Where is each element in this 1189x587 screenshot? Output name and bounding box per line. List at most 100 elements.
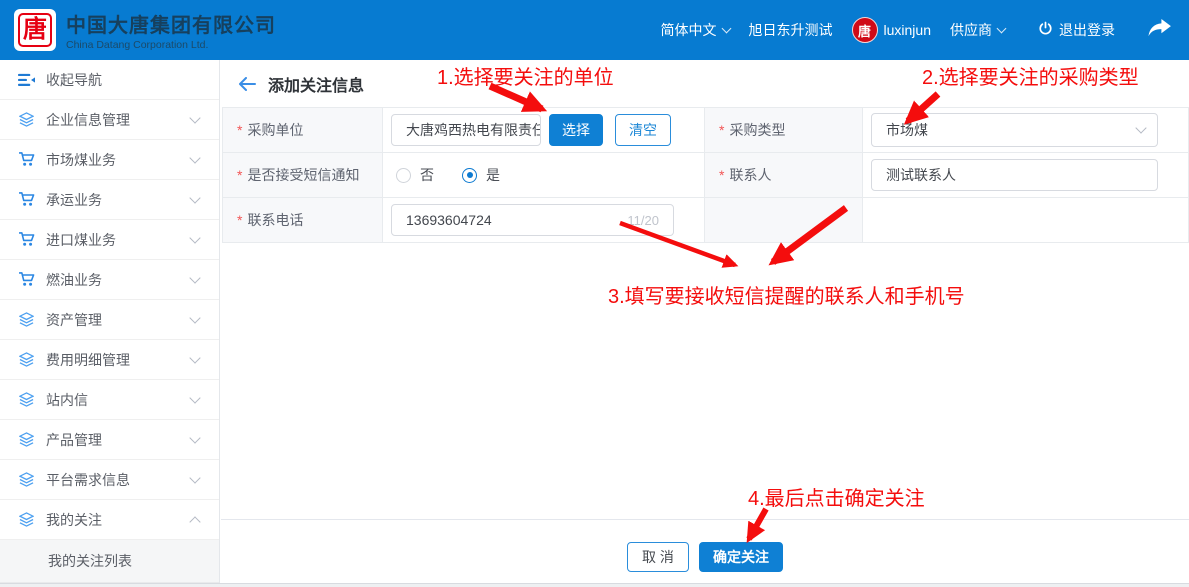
confirm-follow-button[interactable]: 确定关注 bbox=[699, 542, 783, 572]
required-asterisk: * bbox=[719, 122, 724, 138]
select-unit-button[interactable]: 选择 bbox=[549, 114, 603, 146]
sidebar-item-label: 燃油业务 bbox=[46, 270, 102, 290]
sms-notice-label: * 是否接受短信通知 bbox=[223, 153, 383, 198]
language-selector[interactable]: 简体中文 bbox=[661, 20, 730, 40]
sidebar-subitem-label: 我的关注列表 bbox=[48, 551, 132, 571]
environment-name[interactable]: 旭日东升测试 bbox=[749, 20, 833, 40]
chevron-down-icon bbox=[721, 23, 731, 33]
cart-icon bbox=[18, 272, 35, 287]
layers-icon bbox=[18, 432, 35, 447]
brand-name-cn: 中国大唐集团有限公司 bbox=[66, 9, 276, 38]
sidebar-item-platform-demand[interactable]: 平台需求信息 bbox=[0, 460, 219, 500]
purchase-type-label: * 采购类型 bbox=[705, 108, 863, 153]
footer-divider bbox=[221, 519, 1189, 520]
radio-option-yes[interactable]: 是 bbox=[462, 165, 500, 185]
follow-info-form: * 采购单位 大唐鸡西热电有限责任 选择 清空 * 采购类型 市场煤 * bbox=[222, 107, 1189, 243]
footer-actions: 取 消 确定关注 bbox=[221, 542, 1189, 572]
sidebar-item-label: 市场煤业务 bbox=[46, 150, 116, 170]
brand: 唐 中国大唐集团有限公司 China Datang Corporation Lt… bbox=[14, 9, 276, 51]
brand-name-en: China Datang Corporation Ltd. bbox=[66, 39, 276, 51]
chevron-down-icon bbox=[189, 392, 200, 403]
chevron-down-icon bbox=[997, 23, 1007, 33]
environment-label: 旭日东升测试 bbox=[749, 20, 833, 40]
sidebar-item-import-coal[interactable]: 进口煤业务 bbox=[0, 220, 219, 260]
purchase-type-value: 市场煤 bbox=[886, 120, 928, 140]
back-button[interactable] bbox=[238, 77, 256, 91]
sidebar-item-label: 我的关注 bbox=[46, 510, 102, 530]
page-title: 添加关注信息 bbox=[268, 72, 364, 96]
sidebar-item-asset-mgmt[interactable]: 资产管理 bbox=[0, 300, 219, 340]
sidebar-item-label: 进口煤业务 bbox=[46, 230, 116, 250]
top-menu: 简体中文 旭日东升测试 唐 luxinjun 供应商 退出登录 bbox=[661, 17, 1171, 43]
purchase-unit-input[interactable]: 大唐鸡西热电有限责任 bbox=[391, 114, 541, 146]
username: luxinjun bbox=[884, 22, 931, 38]
layers-icon bbox=[18, 312, 35, 327]
datang-logo: 唐 bbox=[14, 9, 56, 51]
chevron-down-icon bbox=[189, 192, 200, 203]
radio-option-no[interactable]: 否 bbox=[396, 165, 434, 185]
layers-icon bbox=[18, 392, 35, 407]
phone-input[interactable]: 13693604724 11/20 bbox=[391, 204, 674, 236]
bottom-strip bbox=[0, 583, 1189, 587]
language-label: 简体中文 bbox=[661, 20, 717, 40]
brand-text: 中国大唐集团有限公司 China Datang Corporation Ltd. bbox=[66, 9, 276, 51]
sidebar-item-site-mail[interactable]: 站内信 bbox=[0, 380, 219, 420]
datang-logo-glyph: 唐 bbox=[18, 13, 52, 47]
sidebar-item-fuel-oil[interactable]: 燃油业务 bbox=[0, 260, 219, 300]
top-bar: 唐 中国大唐集团有限公司 China Datang Corporation Lt… bbox=[0, 0, 1189, 60]
sidebar-item-expense-detail[interactable]: 费用明细管理 bbox=[0, 340, 219, 380]
share-button[interactable] bbox=[1148, 19, 1171, 41]
cart-icon bbox=[18, 232, 35, 247]
cancel-button[interactable]: 取 消 bbox=[627, 542, 689, 572]
sidebar-item-label: 站内信 bbox=[46, 390, 88, 410]
role-selector[interactable]: 供应商 bbox=[950, 20, 1005, 40]
user-info[interactable]: 唐 luxinjun bbox=[852, 17, 931, 43]
chevron-down-icon bbox=[189, 152, 200, 163]
annotation-step2: 2.选择要关注的采购类型 bbox=[922, 61, 1139, 90]
sidebar-item-my-follow[interactable]: 我的关注 bbox=[0, 500, 219, 540]
chevron-up-icon bbox=[189, 516, 200, 527]
sidebar-item-enterprise-info[interactable]: 企业信息管理 bbox=[0, 100, 219, 140]
layers-icon bbox=[18, 512, 35, 527]
cart-icon bbox=[18, 152, 35, 167]
sidebar: 收起导航 企业信息管理 市场煤业务 承运业务 进口煤业务 燃油业务 bbox=[0, 60, 220, 587]
sidebar-item-label: 费用明细管理 bbox=[46, 350, 130, 370]
sidebar-item-label: 产品管理 bbox=[46, 430, 102, 450]
annotation-step4: 4.最后点击确定关注 bbox=[748, 482, 925, 511]
sidebar-item-market-coal[interactable]: 市场煤业务 bbox=[0, 140, 219, 180]
app-window: 唐 中国大唐集团有限公司 China Datang Corporation Lt… bbox=[0, 0, 1189, 587]
chevron-down-icon bbox=[189, 432, 200, 443]
sidebar-subitem-my-follow-list[interactable]: 我的关注列表 bbox=[0, 540, 219, 583]
collapse-nav-button[interactable]: 收起导航 bbox=[0, 60, 219, 100]
required-asterisk: * bbox=[237, 212, 242, 228]
role-label: 供应商 bbox=[950, 20, 992, 40]
empty-label-cell bbox=[705, 198, 863, 243]
sidebar-item-product-mgmt[interactable]: 产品管理 bbox=[0, 420, 219, 460]
empty-field-cell bbox=[863, 198, 1189, 243]
radio-no-icon bbox=[396, 168, 411, 183]
purchase-type-field: 市场煤 bbox=[863, 108, 1189, 153]
arrow-left-icon bbox=[238, 77, 256, 91]
main-content: 添加关注信息 * 采购单位 大唐鸡西热电有限责任 选择 清空 * 采购类型 市场… bbox=[221, 60, 1189, 587]
sidebar-item-carriage-business[interactable]: 承运业务 bbox=[0, 180, 219, 220]
phone-field: 13693604724 11/20 bbox=[383, 198, 705, 243]
required-asterisk: * bbox=[719, 167, 724, 183]
sms-radio-group: 否 是 bbox=[391, 165, 500, 185]
annotation-step1: 1.选择要关注的单位 bbox=[437, 61, 614, 90]
clear-unit-button[interactable]: 清空 bbox=[615, 114, 671, 146]
sms-notice-field: 否 是 bbox=[383, 153, 705, 198]
contact-field: 测试联系人 bbox=[863, 153, 1189, 198]
chevron-down-icon bbox=[189, 312, 200, 323]
sidebar-item-label: 企业信息管理 bbox=[46, 110, 130, 130]
chevron-down-icon bbox=[189, 272, 200, 283]
share-arrow-icon bbox=[1148, 19, 1171, 41]
chevron-down-icon bbox=[189, 232, 200, 243]
layers-icon bbox=[18, 112, 35, 127]
chevron-down-icon bbox=[189, 352, 200, 363]
logout-button[interactable]: 退出登录 bbox=[1038, 20, 1115, 40]
power-icon bbox=[1038, 21, 1053, 39]
purchase-type-select[interactable]: 市场煤 bbox=[871, 113, 1158, 147]
phone-value: 13693604724 bbox=[406, 212, 492, 228]
purchase-unit-label: * 采购单位 bbox=[223, 108, 383, 153]
contact-input[interactable]: 测试联系人 bbox=[871, 159, 1158, 191]
